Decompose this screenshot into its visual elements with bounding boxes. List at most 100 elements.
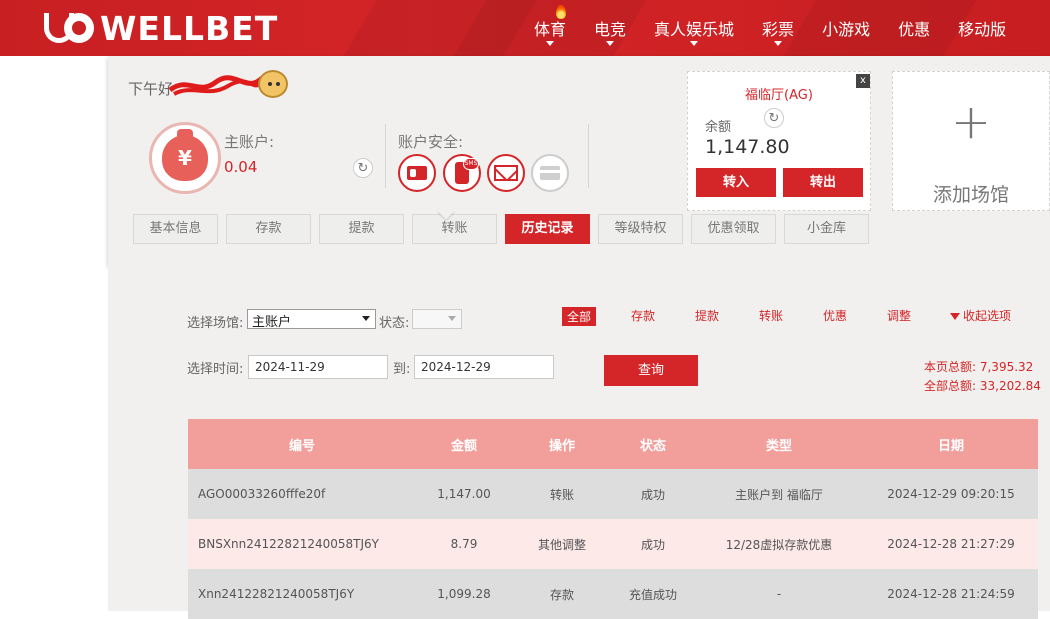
date-to-input[interactable]: 2024-12-29 [414,355,554,379]
tab-basic-info[interactable]: 基本信息 [133,214,218,244]
nav-item-mobile[interactable]: 移动版 [944,0,1020,56]
query-button[interactable]: 查询 [604,355,698,386]
cell-amount: 1,099.28 [437,587,491,601]
table-header: 编号 金额 操作 状态 类型 日期 [188,419,1038,469]
nav-item-mini-games[interactable]: 小游戏 [808,0,884,56]
transfer-in-button[interactable]: 转入 [696,168,776,197]
nav-label: 体育 [534,20,567,39]
divider [385,124,386,188]
cell-id: BNSXnn24122821240058TJ6Y [198,537,379,551]
venue-select[interactable]: 主账户 [247,309,376,330]
id-card-icon[interactable] [398,154,436,192]
chevron-down-icon [448,316,456,321]
nav-item-lottery[interactable]: 彩票 [748,0,808,56]
chevron-down-icon [362,316,370,321]
column-header-date: 日期 [937,438,964,454]
main-account-balance: 0.04 [224,158,258,176]
tab-claim-promotions[interactable]: 优惠领取 [691,214,776,244]
venue-select-label: 选择场馆: [187,316,244,331]
filter-withdraw[interactable]: 提款 [695,307,719,324]
table-row: BNSXnn24122821240058TJ6Y 8.79 其他调整 成功 12… [188,519,1038,569]
cell-action: 其他调整 [537,537,586,552]
history-table: 编号 金额 操作 状态 类型 日期 AGO00033260fffe20f 1,1… [188,419,1038,619]
logo-mark-icon [44,11,96,45]
main-nav: 体育 电竞 真人娱乐城 彩票 小游戏 优惠 移动版 [520,0,1020,56]
cell-type: 主账户到 福临厅 [735,487,823,502]
venue-select-value: 主账户 [252,315,292,330]
column-header-amount: 金额 [450,438,477,454]
filter-all[interactable]: 全部 [562,307,597,326]
top-navigation-bar: WELLBET 体育 电竞 真人娱乐城 彩票 小游戏 优惠 移动版 [0,0,1050,56]
history-content: 选择场馆: 主账户 状态: 全部 存款 提款 转账 优惠 调整 收起选项 选择时… [108,266,1050,619]
tab-withdraw[interactable]: 提款 [319,214,404,244]
filter-transfer[interactable]: 转账 [759,307,783,324]
page-total: 本页总额: 7,395.32 [924,360,1034,374]
main-account-label: 主账户: [224,133,275,151]
cell-status: 成功 [640,487,665,502]
cell-status: 充值成功 [628,587,677,602]
nav-label: 真人娱乐城 [654,20,735,39]
cell-date: 2024-12-29 09:20:15 [887,487,1015,501]
venue-wallet-card: x 福临厅(AG) 余额 ↻ 1,147.80 转入 转出 [687,71,871,211]
nav-item-sports[interactable]: 体育 [520,0,580,56]
column-header-status: 状态 [639,438,666,454]
cell-id: AGO00033260fffe20f [198,487,326,501]
nav-item-live-casino[interactable]: 真人娱乐城 [640,0,748,56]
sms-badge: SMS [463,158,479,170]
cell-type: 12/28虚拟存款优惠 [725,537,833,552]
bank-card-icon[interactable] [531,154,569,192]
refresh-balance-icon[interactable]: ↻ [353,158,373,178]
tab-vip-privileges[interactable]: 等级特权 [598,214,683,244]
nav-label: 移动版 [958,20,1007,39]
chevron-down-icon [606,41,615,46]
nav-label: 电竞 [594,20,627,39]
chevron-down-icon [774,41,783,46]
cell-id: Xnn24122821240058TJ6Y [198,587,355,601]
money-bag-icon: ¥ [162,129,208,181]
email-icon[interactable] [487,154,525,192]
triangle-down-icon [950,313,960,320]
collapse-options-button[interactable]: 收起选项 [950,307,1011,324]
cell-date: 2024-12-28 21:27:29 [887,537,1015,551]
refresh-venue-balance-icon[interactable]: ↻ [764,108,784,128]
tab-deposit[interactable]: 存款 [226,214,311,244]
user-avatar-icon [258,70,288,98]
nav-label: 小游戏 [822,20,871,39]
transfer-out-button[interactable]: 转出 [783,168,863,197]
sms-phone-icon[interactable]: SMS [443,154,481,192]
tab-history[interactable]: 历史记录 [505,214,590,244]
filter-promotion[interactable]: 优惠 [823,307,847,324]
column-header-action: 操作 [548,438,575,454]
hot-flame-icon [556,5,566,19]
venue-balance-label: 余额 [705,120,732,135]
venue-name: 福临厅(AG) [745,88,813,103]
wallet-icon: ¥ [149,122,221,194]
filter-deposit[interactable]: 存款 [631,307,655,324]
tab-transfer[interactable]: 转账 [412,214,497,244]
date-from-input[interactable]: 2024-11-29 [248,355,388,379]
table-row: AGO00033260fffe20f 1,147.00 转账 成功 主账户到 福… [188,469,1038,519]
cell-date: 2024-12-28 21:24:59 [887,587,1015,601]
filter-adjustment[interactable]: 调整 [887,307,911,324]
collapse-options-label: 收起选项 [963,309,1012,323]
plus-icon: + [950,94,992,150]
chevron-down-icon [690,41,699,46]
cell-amount: 1,147.00 [437,487,491,501]
status-select-label: 状态: [379,316,410,331]
to-label: 到: [393,362,411,377]
time-range-label: 选择时间: [187,362,244,377]
nav-item-esports[interactable]: 电竞 [580,0,640,56]
redacted-username-scribble [168,75,264,96]
cell-status: 成功 [640,537,665,552]
nav-item-promotions[interactable]: 优惠 [884,0,944,56]
greeting-text: 下午好 [128,80,174,98]
divider [588,124,589,188]
nav-label: 彩票 [762,20,795,39]
cell-type: - [776,587,782,601]
column-header-id: 编号 [288,438,315,454]
add-venue-button[interactable]: + 添加场馆 [892,71,1050,211]
wellbet-logo[interactable]: WELLBET [44,8,278,48]
tab-vault[interactable]: 小金库 [784,214,869,244]
logo-text: WELLBET [100,8,279,48]
status-select[interactable] [412,309,462,329]
